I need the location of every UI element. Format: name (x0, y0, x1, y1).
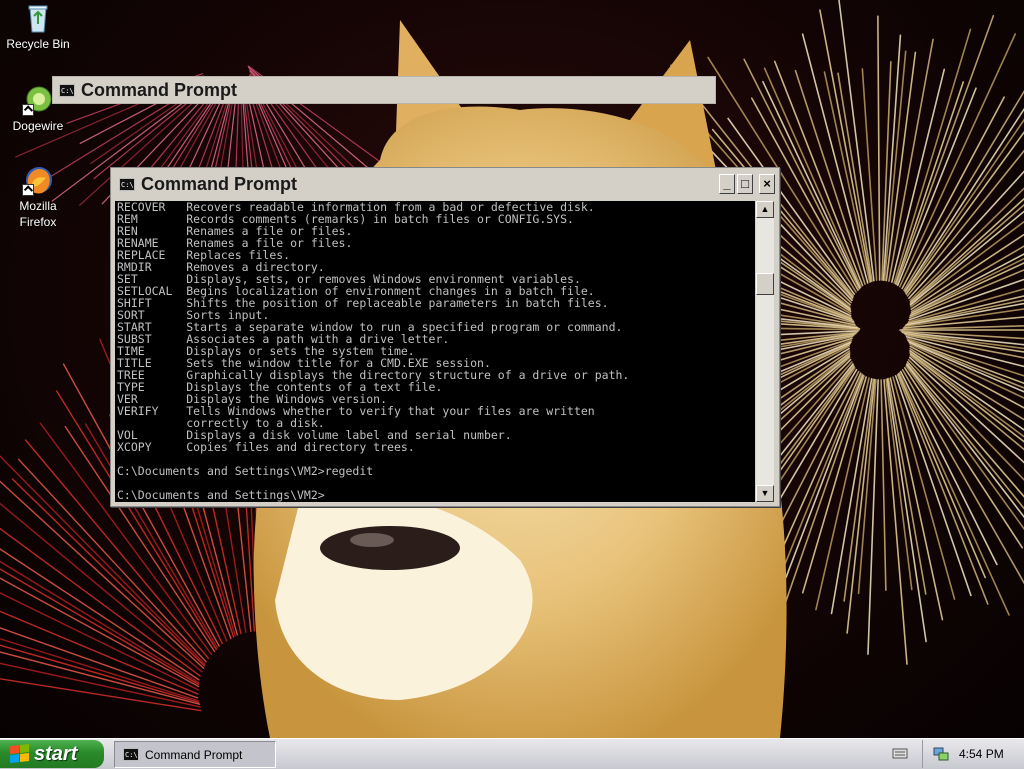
dogewire-icon (22, 84, 54, 116)
vertical-scrollbar[interactable]: ▲ ▼ (756, 201, 774, 502)
doge-nose-highlight (350, 533, 394, 547)
cmd-icon[interactable]: C:\ (119, 177, 135, 191)
windows-logo-icon (10, 744, 30, 764)
close-button[interactable]: × (759, 174, 775, 194)
firework-ray (823, 71, 871, 283)
clock[interactable]: 4:54 PM (959, 747, 1004, 761)
background-window-titlebar[interactable]: C:\ Command Prompt (52, 76, 716, 104)
start-label: start (34, 742, 78, 765)
firework-ray (877, 15, 881, 281)
desktop-icon-label: Mozilla Firefox (19, 199, 57, 229)
doge-nose (320, 526, 460, 570)
taskbar-button-label: Command Prompt (145, 747, 243, 762)
desktop-icon-label: Recycle Bin (6, 37, 70, 51)
desktop-icon-label: Dogewire (12, 119, 64, 133)
firework-ray (880, 379, 887, 591)
system-tray: 4:54 PM (922, 740, 1024, 768)
firework-ray (909, 203, 1024, 305)
scroll-up-button[interactable]: ▲ (756, 201, 774, 218)
window-title: Command Prompt (81, 79, 238, 100)
desktop: Recycle Bin Dogewire Mozilla Firefox C:\… (0, 0, 1024, 738)
window-title: Command Prompt (141, 173, 298, 194)
firework-ray (801, 376, 867, 594)
shortcut-arrow-icon (22, 184, 34, 196)
console-line: XCOPY Copies files and directory trees. (117, 440, 415, 454)
console-line: C:\Documents and Settings\VM2>regedit (117, 464, 374, 478)
start-button[interactable]: start (0, 740, 104, 768)
cmd-titlebar[interactable]: C:\ Command Prompt _ □ × (113, 170, 777, 198)
maximize-button[interactable]: □ (737, 174, 753, 194)
recycle-bin-icon (22, 2, 54, 34)
desktop-icon-firefox[interactable]: Mozilla Firefox (0, 164, 76, 230)
desktop-icon-recycle-bin[interactable]: Recycle Bin (0, 2, 76, 52)
minimize-button[interactable]: _ (719, 174, 735, 194)
network-icon[interactable] (933, 746, 949, 762)
cmd-icon: C:\ (59, 83, 75, 97)
taskbar: start C:\ Command Prompt 4:54 PM (0, 738, 1024, 769)
console-line: C:\Documents and Settings\VM2> (117, 488, 325, 502)
firework-ray (896, 87, 977, 287)
scroll-down-button[interactable]: ▼ (756, 485, 774, 502)
cmd-icon: C:\ (123, 748, 139, 761)
keyboard-icon[interactable] (892, 745, 908, 761)
shortcut-arrow-icon (22, 104, 34, 116)
firework-ray (909, 349, 1024, 431)
firework-ray (837, 72, 873, 282)
scroll-thumb[interactable] (756, 273, 774, 295)
firework-ray (882, 34, 902, 281)
firefox-icon (22, 164, 54, 196)
firework-ray (0, 644, 200, 704)
firework-ray (0, 610, 199, 695)
console-output[interactable]: RECOVER Recovers readable information fr… (115, 201, 755, 502)
cmd-window[interactable]: C:\ Command Prompt _ □ × RECOVER Recover… (110, 167, 780, 507)
firework-ray (909, 197, 1024, 303)
taskbar-button-command-prompt[interactable]: C:\ Command Prompt (114, 741, 276, 768)
